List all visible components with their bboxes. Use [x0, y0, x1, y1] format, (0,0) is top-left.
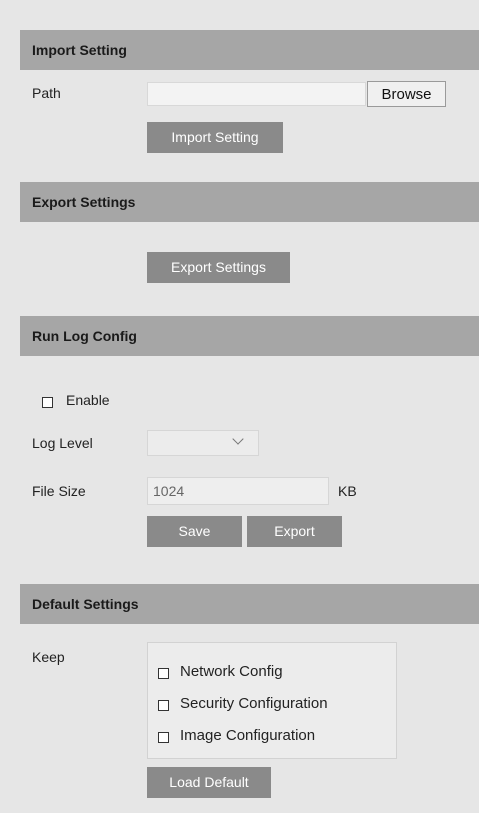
- export-settings-header: Export Settings: [20, 182, 479, 222]
- save-button[interactable]: Save: [147, 516, 242, 547]
- path-input[interactable]: [147, 82, 366, 106]
- enable-checkbox-row[interactable]: Enable: [42, 392, 162, 412]
- import-setting-header: Import Setting: [20, 30, 479, 70]
- image-configuration-checkbox[interactable]: [158, 732, 169, 743]
- import-setting-button[interactable]: Import Setting: [147, 122, 283, 153]
- network-config-checkbox[interactable]: [158, 668, 169, 679]
- enable-label: Enable: [66, 392, 110, 408]
- keep-label: Keep: [32, 649, 65, 665]
- file-size-unit: KB: [338, 483, 357, 499]
- export-button[interactable]: Export: [247, 516, 342, 547]
- keep-option-network-config[interactable]: Network Config: [158, 663, 378, 683]
- export-settings-button[interactable]: Export Settings: [147, 252, 290, 283]
- load-default-button[interactable]: Load Default: [147, 767, 271, 798]
- security-configuration-checkbox[interactable]: [158, 700, 169, 711]
- default-settings-header: Default Settings: [20, 584, 479, 624]
- chevron-down-icon: [232, 433, 244, 445]
- security-configuration-label: Security Configuration: [180, 695, 328, 712]
- enable-checkbox[interactable]: [42, 397, 53, 408]
- path-label: Path: [32, 85, 61, 101]
- keep-option-image-configuration[interactable]: Image Configuration: [158, 727, 378, 747]
- network-config-label: Network Config: [180, 663, 283, 680]
- keep-options-box: Network Config Security Configuration Im…: [147, 642, 397, 759]
- log-level-select[interactable]: [147, 430, 259, 456]
- run-log-config-header: Run Log Config: [20, 316, 479, 356]
- keep-option-security-configuration[interactable]: Security Configuration: [158, 695, 388, 715]
- image-configuration-label: Image Configuration: [180, 727, 316, 744]
- file-size-input[interactable]: 1024: [147, 477, 329, 505]
- file-size-label: File Size: [32, 483, 86, 499]
- settings-panel: Import Setting Path Browse Import Settin…: [20, 12, 479, 813]
- log-level-label: Log Level: [32, 435, 93, 451]
- browse-button[interactable]: Browse: [367, 81, 446, 107]
